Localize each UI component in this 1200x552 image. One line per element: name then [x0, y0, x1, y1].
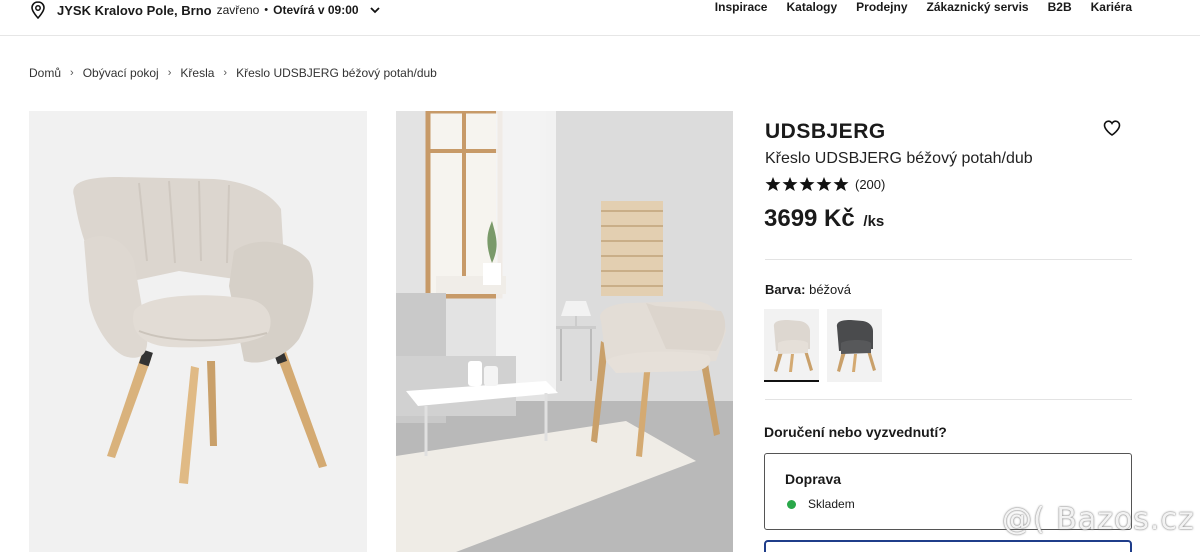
product-rating[interactable]: (200)	[765, 176, 885, 192]
price-value: 3699 Kč	[764, 205, 855, 232]
delivery-heading: Doručení nebo vyzvednutí?	[764, 424, 947, 440]
breadcrumb-current: Křeslo UDSBJERG béžový potah/dub	[236, 66, 437, 80]
product-image-room[interactable]	[396, 111, 733, 552]
breadcrumb-living-room[interactable]: Obývací pokoj	[83, 66, 159, 80]
in-stock-dot-icon	[787, 499, 796, 509]
location-pin-icon	[31, 1, 45, 19]
top-bar: JYSK Kralovo Pole, Brno zavřeno • Otevír…	[0, 0, 1200, 36]
armchair-photo	[29, 111, 367, 552]
product-subtitle: Křeslo UDSBJERG béžový potah/dub	[765, 150, 1033, 167]
breadcrumb-separator-icon: ›	[223, 67, 228, 79]
color-swatch-gray[interactable]	[827, 309, 882, 382]
breadcrumb-armchairs[interactable]: Křesla	[180, 66, 214, 80]
product-price: 3699 Kč /ks	[764, 205, 884, 233]
star-icon	[765, 177, 849, 191]
heart-icon[interactable]	[1103, 120, 1121, 137]
color-selector-label: Barva: béžová	[765, 282, 851, 297]
armchair-beige-thumbnail	[773, 320, 813, 372]
price-unit: /ks	[863, 213, 885, 230]
color-swatch-beige[interactable]	[764, 309, 819, 382]
main-nav: Inspirace Katalogy Prodejny Zákaznický s…	[715, 0, 1132, 18]
watermark: @( Bazos.cz	[1002, 502, 1195, 537]
breadcrumb: Domů › Obývací pokoj › Křesla › Křeslo U…	[29, 66, 437, 80]
breadcrumb-separator-icon: ›	[70, 67, 74, 79]
color-label: Barva:	[765, 282, 806, 297]
chevron-down-icon[interactable]	[369, 4, 381, 16]
store-selector[interactable]: JYSK Kralovo Pole, Brno zavřeno • Otevír…	[30, 0, 381, 20]
nav-inspirace[interactable]: Inspirace	[715, 0, 768, 18]
nav-b2b[interactable]: B2B	[1048, 0, 1072, 18]
room-scene-photo	[396, 111, 733, 552]
delivery-option-title: Doprava	[785, 471, 842, 487]
rating-stars	[765, 176, 849, 192]
divider	[765, 399, 1132, 400]
store-status: zavřeno	[216, 3, 260, 17]
armchair-gray-thumbnail	[836, 320, 876, 372]
stock-status: Skladem	[787, 497, 855, 511]
store-name: JYSK Kralovo Pole, Brno	[57, 2, 212, 18]
nav-kariera[interactable]: Kariéra	[1091, 0, 1132, 18]
product-image-main[interactable]	[29, 111, 367, 552]
stock-text: Skladem	[808, 497, 855, 511]
delivery-option-pickup[interactable]	[764, 540, 1132, 552]
nav-zakaznicky-servis[interactable]: Zákaznický servis	[927, 0, 1029, 18]
product-title: UDSBJERG	[765, 120, 886, 143]
breadcrumb-separator-icon: ›	[167, 67, 172, 79]
breadcrumb-home[interactable]: Domů	[29, 66, 61, 80]
store-opening-time: Otevírá v 09:00	[273, 3, 359, 17]
nav-katalogy[interactable]: Katalogy	[786, 0, 837, 18]
divider	[765, 259, 1132, 260]
nav-prodejny[interactable]: Prodejny	[856, 0, 907, 18]
color-value: béžová	[809, 282, 852, 297]
status-separator: •	[264, 4, 269, 16]
rating-count: (200)	[855, 176, 886, 192]
